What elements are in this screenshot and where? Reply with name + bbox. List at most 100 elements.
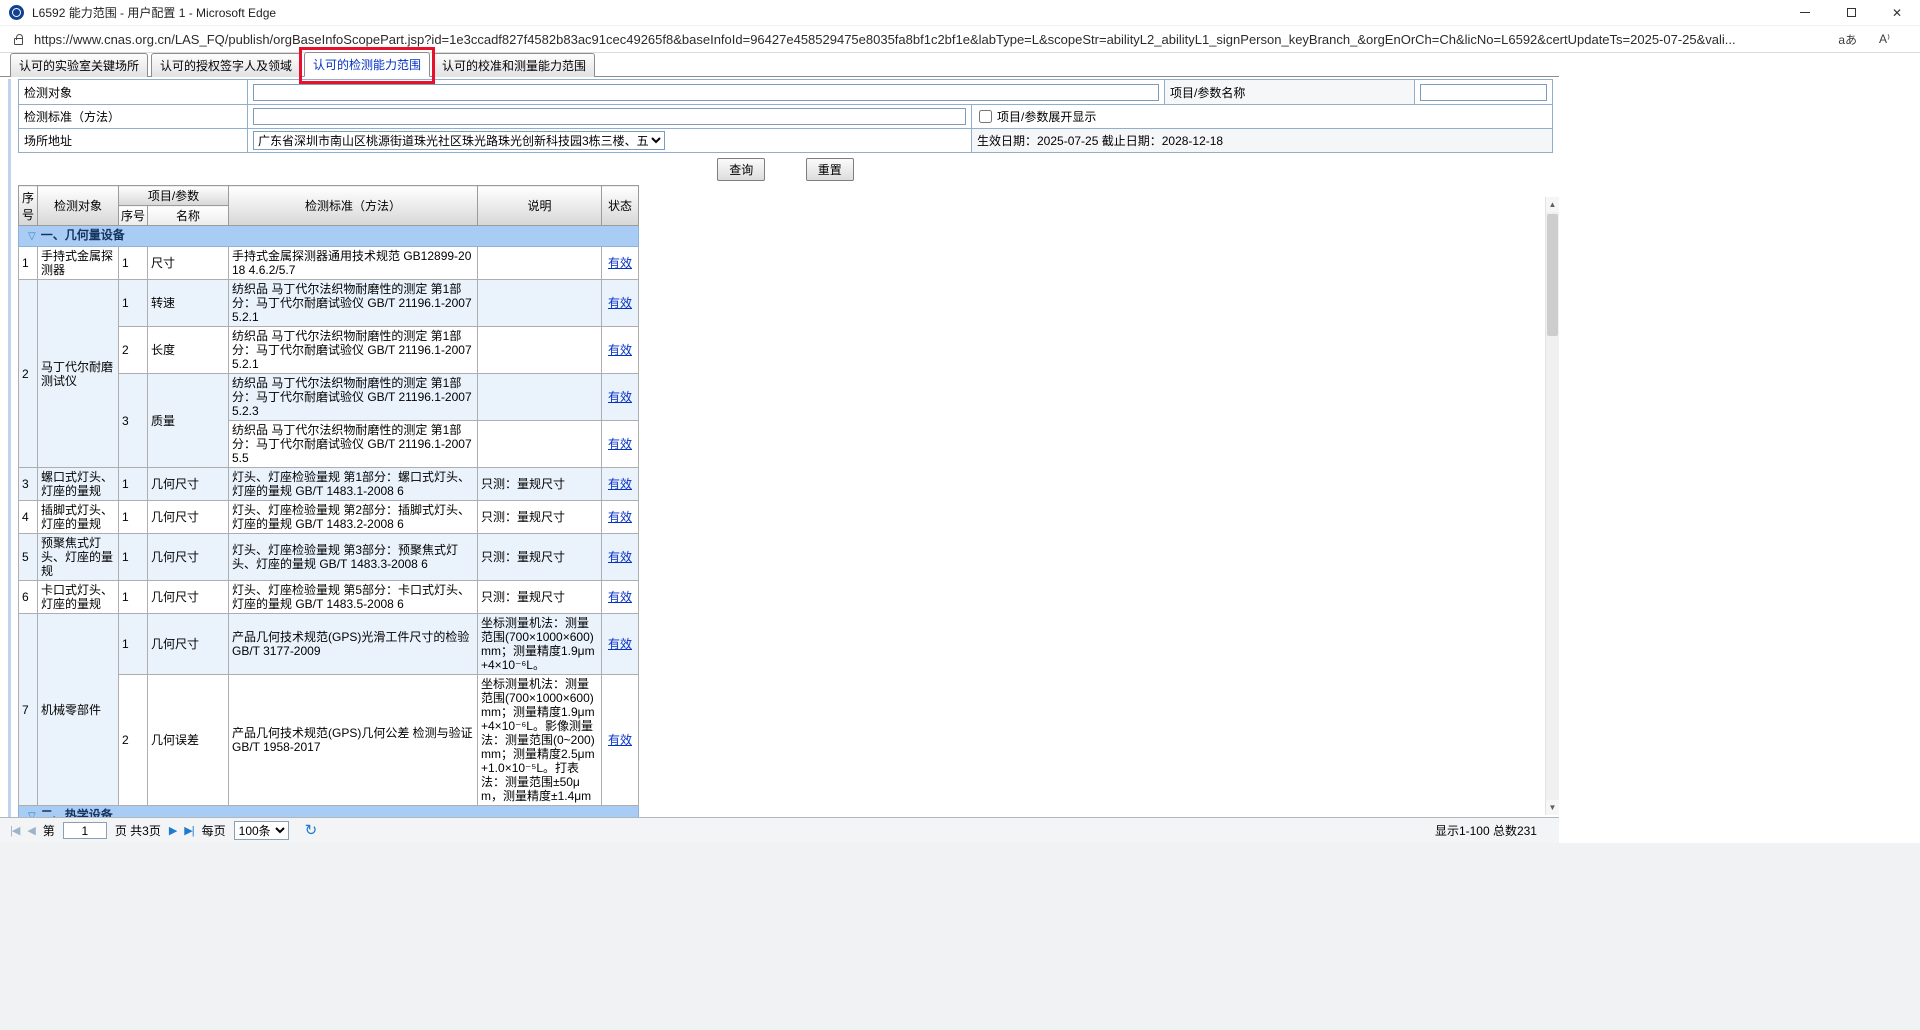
- page-suffix: 页 共3页: [115, 822, 161, 839]
- cell-note: [478, 374, 602, 421]
- cell-object-name: 机械零部件: [38, 614, 119, 806]
- cell-object-name: 插脚式灯头、灯座的量规: [38, 501, 119, 534]
- minimize-button[interactable]: [1782, 0, 1828, 25]
- status-link[interactable]: 有效: [608, 510, 632, 524]
- cell-note: 只测：量规尺寸: [478, 534, 602, 581]
- cell-standard: 纺织品 马丁代尔法织物耐磨性的测定 第1部分：马丁代尔耐磨试验仪 GB/T 21…: [229, 421, 478, 468]
- cell-status: 有效: [602, 614, 639, 675]
- cell-note: 只测：量规尺寸: [478, 468, 602, 501]
- status-link[interactable]: 有效: [608, 637, 632, 651]
- translate-icon[interactable]: aあ: [1838, 31, 1857, 48]
- status-link[interactable]: 有效: [608, 296, 632, 310]
- expand-checkbox[interactable]: [979, 110, 992, 123]
- urlbar-icons: aあ A⁾: [1838, 31, 1906, 48]
- address-select[interactable]: 广东省深圳市南山区桃源街道珠光社区珠光路珠光创新科技园3栋三楼、五楼，4栋10: [253, 131, 665, 150]
- lock-icon[interactable]: [14, 38, 23, 45]
- table-row: 6卡口式灯头、灯座的量规1几何尺寸灯头、灯座检验量规 第5部分：卡口式灯头、灯座…: [19, 581, 639, 614]
- form-row-standard: 检测标准（方法） 项目/参数展开显示: [19, 104, 1552, 128]
- window-title: L6592 能力范围 - 用户配置 1 - Microsoft Edge: [32, 4, 276, 21]
- cell-standard: 纺织品 马丁代尔法织物耐磨性的测定 第1部分：马丁代尔耐磨试验仪 GB/T 21…: [229, 280, 478, 327]
- status-link[interactable]: 有效: [608, 343, 632, 357]
- status-link[interactable]: 有效: [608, 390, 632, 404]
- cell-param-name: 几何尺寸: [148, 501, 229, 534]
- object-input-cell: [247, 80, 1164, 104]
- url-text[interactable]: https://www.cnas.org.cn/LAS_FQ/publish/o…: [34, 32, 1736, 47]
- cell-object-seq: 1: [19, 247, 38, 280]
- cell-object-name: 螺口式灯头、灯座的量规: [38, 468, 119, 501]
- cell-note: 只测：量规尺寸: [478, 581, 602, 614]
- group-cell: ▽一、几何量设备: [19, 226, 639, 247]
- cell-status: 有效: [602, 374, 639, 421]
- reset-button[interactable]: 重置: [806, 158, 854, 181]
- status-link[interactable]: 有效: [608, 550, 632, 564]
- table-header: 序号 检测对象 项目/参数 检测标准（方法） 说明 状态 序号 名称: [19, 186, 639, 226]
- object-input[interactable]: [253, 84, 1159, 101]
- scrollbar-thumb[interactable]: [1547, 214, 1558, 336]
- read-aloud-icon[interactable]: A⁾: [1879, 32, 1890, 46]
- refresh-icon[interactable]: ↻: [305, 823, 318, 838]
- cell-note: [478, 327, 602, 374]
- page-content: 认可的实验室关键场所 认可的授权签字人及领域 认可的检测能力范围 认可的校准和测…: [0, 53, 1559, 843]
- tab-key-locations[interactable]: 认可的实验室关键场所: [10, 53, 148, 77]
- object-label: 检测对象: [19, 80, 247, 104]
- prev-page-button[interactable]: ◀: [27, 824, 34, 837]
- cell-standard: 灯头、灯座检验量规 第5部分：卡口式灯头、灯座的量规 GB/T 1483.5-2…: [229, 581, 478, 614]
- tab-testing-capability[interactable]: 认可的检测能力范围: [304, 52, 430, 77]
- url-bar[interactable]: https://www.cnas.org.cn/LAS_FQ/publish/o…: [0, 26, 1920, 53]
- status-link[interactable]: 有效: [608, 256, 632, 270]
- cell-note: [478, 247, 602, 280]
- cell-param-seq: 2: [119, 327, 148, 374]
- page-prefix: 第: [43, 822, 55, 839]
- table-row: 1手持式金属探测器1尺寸手持式金属探测器通用技术规范 GB12899-2018 …: [19, 247, 639, 280]
- minimize-icon: [1800, 12, 1810, 13]
- cell-status: 有效: [602, 280, 639, 327]
- collapse-icon[interactable]: ▽: [28, 231, 36, 242]
- standard-input[interactable]: [253, 108, 966, 125]
- scroll-up-button[interactable]: ▲: [1546, 197, 1559, 212]
- header-param-group: 项目/参数: [119, 186, 229, 206]
- cell-object-name: 手持式金属探测器: [38, 247, 119, 280]
- status-link[interactable]: 有效: [608, 733, 632, 747]
- header-param-name: 名称: [148, 206, 229, 226]
- first-page-button[interactable]: |◀: [10, 824, 19, 837]
- close-button[interactable]: ✕: [1874, 0, 1920, 25]
- status-link[interactable]: 有效: [608, 590, 632, 604]
- cell-status: 有效: [602, 468, 639, 501]
- query-button[interactable]: 查询: [717, 158, 765, 181]
- cell-object-name: 预聚焦式灯头、灯座的量规: [38, 534, 119, 581]
- form-row-address: 场所地址 广东省深圳市南山区桃源街道珠光社区珠光路珠光创新科技园3栋三楼、五楼，…: [19, 128, 1552, 152]
- next-page-button[interactable]: ▶: [169, 824, 176, 837]
- page-number-input[interactable]: [63, 822, 107, 839]
- address-select-cell: 广东省深圳市南山区桃源街道珠光社区珠光路珠光创新科技园3栋三楼、五楼，4栋10: [247, 129, 971, 152]
- cell-param-name: 长度: [148, 327, 229, 374]
- cell-standard: 手持式金属探测器通用技术规范 GB12899-2018 4.6.2/5.7: [229, 247, 478, 280]
- cell-note: [478, 421, 602, 468]
- cell-standard: 灯头、灯座检验量规 第1部分：螺口式灯头、灯座的量规 GB/T 1483.1-2…: [229, 468, 478, 501]
- param-name-input-cell: [1414, 80, 1552, 104]
- scrollbar-track[interactable]: [1546, 212, 1559, 800]
- last-page-button[interactable]: ▶|: [184, 824, 193, 837]
- form-buttons: 查询 重置: [18, 153, 1553, 185]
- cell-param-name: 几何尺寸: [148, 468, 229, 501]
- cell-standard: 纺织品 马丁代尔法织物耐磨性的测定 第1部分：马丁代尔耐磨试验仪 GB/T 21…: [229, 374, 478, 421]
- per-page-select[interactable]: 100条: [234, 821, 289, 840]
- cell-standard: 纺织品 马丁代尔法织物耐磨性的测定 第1部分：马丁代尔耐磨试验仪 GB/T 21…: [229, 327, 478, 374]
- page-background-right: [1559, 53, 1920, 843]
- vertical-scrollbar[interactable]: ▲ ▼: [1545, 197, 1559, 815]
- cell-param-seq: 1: [119, 247, 148, 280]
- maximize-button[interactable]: [1828, 0, 1874, 25]
- cell-status: 有效: [602, 421, 639, 468]
- status-link[interactable]: 有效: [608, 477, 632, 491]
- pagination-bar: |◀ ◀ 第 页 共3页 ▶ ▶| 每页 100条 ↻ 显示1-100 总数23…: [0, 817, 1559, 843]
- cell-param-seq: 3: [119, 374, 148, 468]
- address-label: 场所地址: [19, 129, 247, 152]
- header-object: 检测对象: [38, 186, 119, 226]
- table-row: 3螺口式灯头、灯座的量规1几何尺寸灯头、灯座检验量规 第1部分：螺口式灯头、灯座…: [19, 468, 639, 501]
- tab-calibration-capability[interactable]: 认可的校准和测量能力范围: [433, 53, 595, 77]
- status-link[interactable]: 有效: [608, 437, 632, 451]
- scroll-down-button[interactable]: ▼: [1546, 800, 1559, 815]
- tab-authorized-signatories[interactable]: 认可的授权签字人及领域: [151, 53, 301, 77]
- cell-param-seq: 1: [119, 468, 148, 501]
- cell-note: 只测：量规尺寸: [478, 501, 602, 534]
- param-name-input[interactable]: [1420, 84, 1547, 101]
